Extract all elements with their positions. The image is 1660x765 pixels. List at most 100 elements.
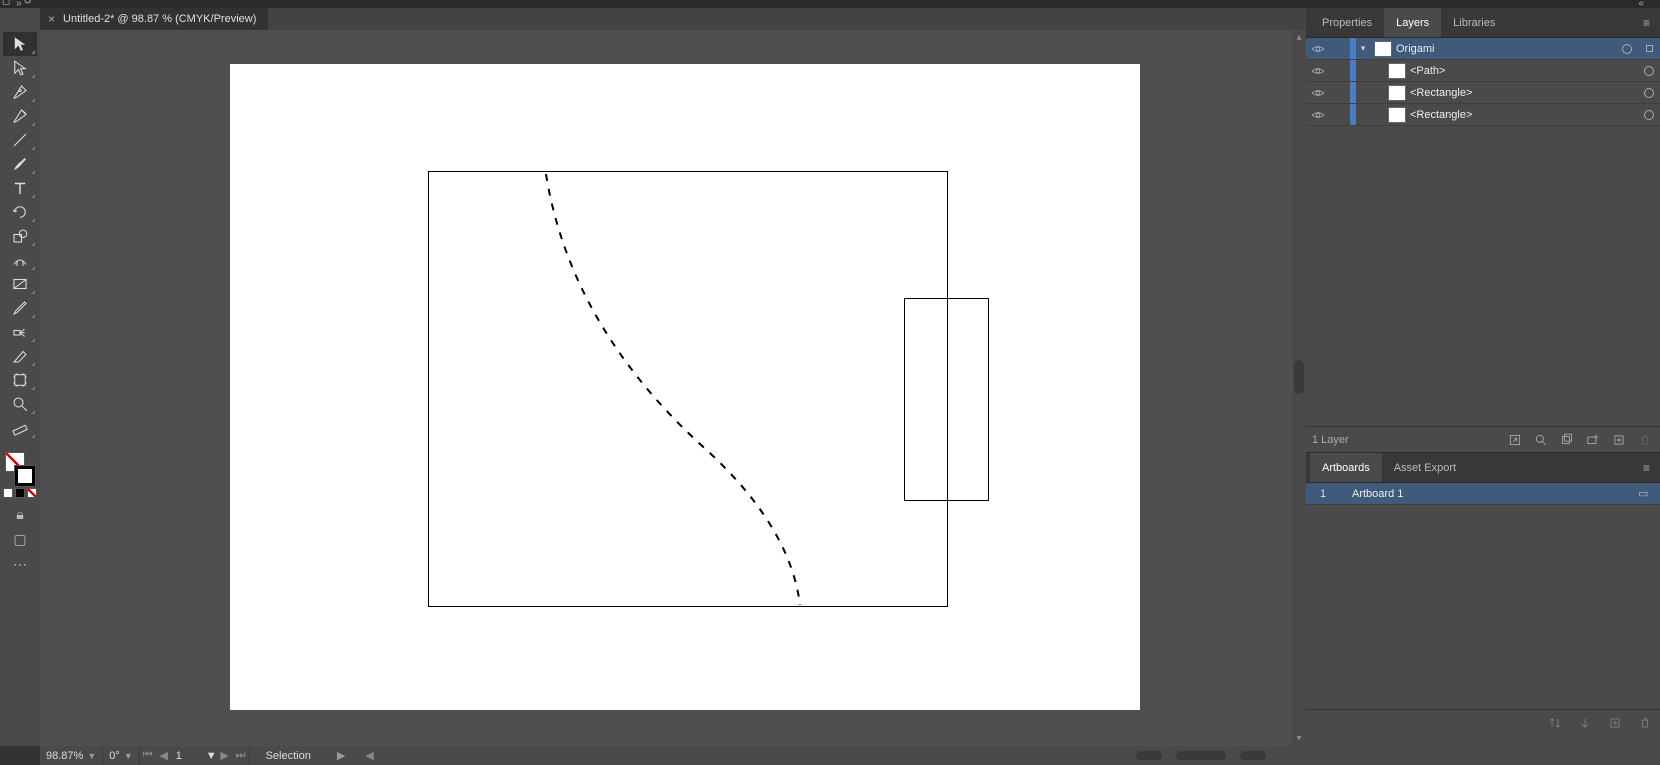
artboard-options-icon[interactable]: ▭: [1638, 487, 1660, 500]
locate-icon[interactable]: [1532, 431, 1550, 449]
tools-panel: ◻↺ 🔒︎ ▢ ⋯: [0, 8, 40, 746]
move-down-icon[interactable]: [1576, 714, 1594, 732]
play-icon[interactable]: ▶︎: [327, 749, 355, 762]
tab-artboards[interactable]: Artboards: [1310, 453, 1382, 482]
slice-tool[interactable]: [3, 344, 37, 368]
visibility-toggle[interactable]: [1306, 86, 1330, 100]
line-segment-tool[interactable]: [3, 128, 37, 152]
first-artboard-button[interactable]: ⏮︎: [140, 749, 156, 762]
artboard-row[interactable]: 1 Artboard 1 ▭: [1306, 483, 1660, 505]
status-widget-c[interactable]: [1240, 751, 1266, 760]
new-layer-icon[interactable]: [1610, 431, 1628, 449]
eyedropper-tool[interactable]: [3, 296, 37, 320]
tab-asset-export[interactable]: Asset Export: [1382, 453, 1468, 482]
artboard-name[interactable]: Artboard 1: [1340, 488, 1638, 500]
stroke-swatch[interactable]: [15, 466, 35, 486]
app-chevron-bar: » «: [0, 0, 1660, 8]
visibility-toggle[interactable]: [1306, 42, 1330, 56]
select-indicator[interactable]: [1638, 45, 1660, 52]
layer-name[interactable]: Origami: [1396, 43, 1616, 55]
clip-mask-icon[interactable]: [1558, 431, 1576, 449]
paintbrush-tool[interactable]: [3, 152, 37, 176]
export-icon[interactable]: [1506, 431, 1524, 449]
measure-tool[interactable]: [3, 416, 37, 440]
rotate-tool[interactable]: [3, 200, 37, 224]
target-icon[interactable]: [1616, 44, 1638, 54]
more-tools-icon[interactable]: ⋯: [13, 556, 27, 573]
panel-menu-icon[interactable]: ≡: [1637, 16, 1656, 30]
layer-name[interactable]: <Rectangle>: [1410, 87, 1638, 99]
panel-menu-icon[interactable]: ≡: [1637, 461, 1656, 475]
shape-builder-tool[interactable]: [3, 224, 37, 248]
tab-layers[interactable]: Layers: [1384, 8, 1441, 37]
layer-row[interactable]: <Rectangle>: [1306, 82, 1660, 104]
color-mode-solid[interactable]: [3, 488, 13, 498]
tab-libraries[interactable]: Libraries: [1441, 8, 1507, 37]
scroll-thumb[interactable]: [1294, 360, 1304, 394]
color-mode-gradient[interactable]: [15, 488, 25, 498]
pen-tool[interactable]: [3, 80, 37, 104]
artboards-panel-tabs: Artboards Asset Export ≡: [1306, 453, 1660, 483]
disclosure-icon[interactable]: ▾: [1356, 43, 1370, 54]
close-icon[interactable]: ×: [48, 12, 55, 26]
layer-count-label: 1 Layer: [1312, 434, 1349, 446]
target-icon[interactable]: [1638, 66, 1660, 76]
type-tool[interactable]: [3, 176, 37, 200]
target-icon[interactable]: [1638, 88, 1660, 98]
rearrange-icon[interactable]: [1546, 714, 1564, 732]
layer-row[interactable]: <Rectangle>: [1306, 104, 1660, 126]
prev-artboard-button[interactable]: ◀︎: [156, 749, 172, 762]
chevron-down-icon[interactable]: ▼: [124, 751, 133, 761]
artboard-tool[interactable]: [3, 368, 37, 392]
symbol-sprayer-tool[interactable]: [3, 320, 37, 344]
artboards-list: 1 Artboard 1 ▭: [1306, 483, 1660, 709]
curvature-tool[interactable]: [3, 104, 37, 128]
last-artboard-button[interactable]: ⏭︎: [233, 749, 249, 762]
zoom-field[interactable]: 98.87% ▼: [40, 746, 102, 765]
tab-properties[interactable]: Properties: [1310, 8, 1384, 37]
fill-stroke-swatches[interactable]: [3, 452, 37, 486]
delete-layer-icon[interactable]: [1636, 431, 1654, 449]
direct-selection-tool[interactable]: [3, 56, 37, 80]
new-sublayer-icon[interactable]: [1584, 431, 1602, 449]
document-tab[interactable]: × Untitled-2* @ 98.87 % (CMYK/Preview): [40, 8, 268, 30]
scroll-left-icon[interactable]: ◀︎: [355, 749, 383, 762]
canvas-area[interactable]: ▴ ▾: [40, 30, 1306, 746]
chevron-down-icon[interactable]: ▼: [87, 751, 96, 761]
chevron-down-icon[interactable]: ▼: [206, 750, 217, 762]
width-tool[interactable]: [3, 248, 37, 272]
status-widget-a[interactable]: [1136, 751, 1162, 760]
scroll-up-icon[interactable]: ▴: [1296, 30, 1301, 45]
document-title: Untitled-2* @ 98.87 % (CMYK/Preview): [63, 13, 256, 25]
new-artboard-icon[interactable]: [1606, 714, 1624, 732]
status-widget-b[interactable]: [1176, 751, 1226, 760]
default-swap-icons[interactable]: ◻↺: [0, 0, 34, 7]
lock-icon[interactable]: 🔒︎: [16, 506, 23, 523]
artboard-number[interactable]: 1: [172, 750, 206, 762]
status-right-widgets: [1136, 751, 1306, 760]
layer-row[interactable]: <Path>: [1306, 60, 1660, 82]
visibility-toggle[interactable]: [1306, 108, 1330, 122]
color-mode-none[interactable]: [27, 488, 37, 498]
rotation-field[interactable]: 0° ▼: [103, 746, 138, 765]
vertical-scrollbar[interactable]: ▴ ▾: [1292, 30, 1306, 746]
dashed-path[interactable]: [230, 64, 1140, 710]
gradient-tool[interactable]: [3, 272, 37, 296]
selection-tool[interactable]: [3, 32, 37, 56]
right-panel-area: Properties Layers Libraries ≡ ▾ Origami: [1306, 8, 1660, 765]
target-icon[interactable]: [1638, 110, 1660, 120]
visibility-toggle[interactable]: [1306, 64, 1330, 78]
color-mode-row[interactable]: [3, 488, 37, 498]
rotation-value: 0°: [109, 750, 120, 762]
layer-name[interactable]: <Path>: [1410, 65, 1638, 77]
delete-artboard-icon[interactable]: [1636, 714, 1654, 732]
document-tab-bar: × Untitled-2* @ 98.87 % (CMYK/Preview): [40, 8, 1306, 30]
layer-row[interactable]: ▾ Origami: [1306, 38, 1660, 60]
layer-thumb: [1388, 85, 1406, 101]
next-artboard-button[interactable]: ▶︎: [217, 749, 233, 762]
layer-name[interactable]: <Rectangle>: [1410, 109, 1638, 121]
zoom-tool[interactable]: [3, 392, 37, 416]
scroll-down-icon[interactable]: ▾: [1296, 731, 1301, 746]
screen-mode-icon[interactable]: ▢: [13, 531, 26, 548]
artboard[interactable]: [230, 64, 1140, 710]
